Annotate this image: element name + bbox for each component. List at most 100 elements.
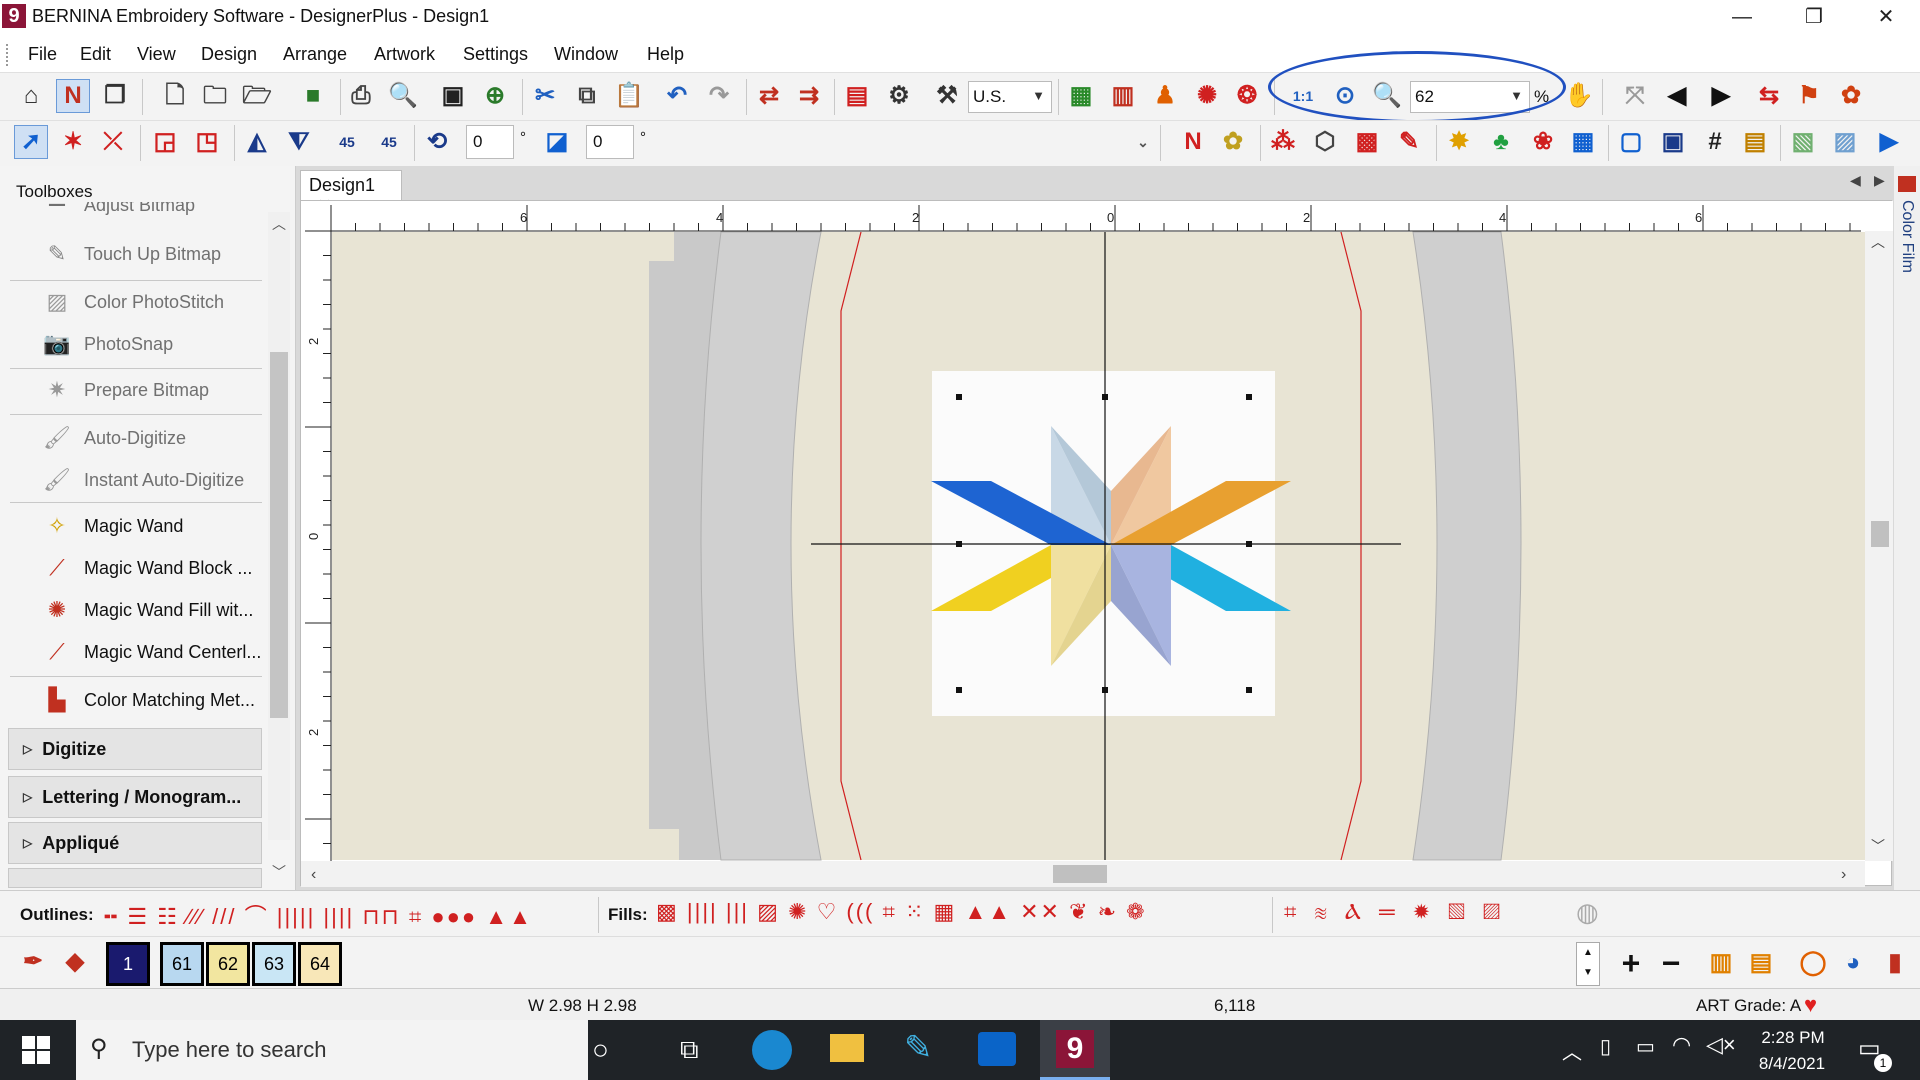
color-wheel-icon[interactable]: ◕ (1836, 946, 1870, 980)
multi-view-icon[interactable]: ❐ (98, 79, 132, 113)
task-view-icon[interactable]: ⧉ (680, 1034, 699, 1066)
show-objects-icon[interactable]: ❂ (1230, 79, 1264, 113)
polygon-select-icon[interactable]: ✶ (56, 125, 90, 159)
mirror-vertical-icon[interactable]: ⧨ (282, 125, 316, 159)
slant-icon[interactable]: ◪ (540, 125, 574, 159)
paste-icon[interactable]: 📋 (612, 79, 646, 113)
tool-prepare-bitmap[interactable]: ✷ Prepare Bitmap (8, 370, 264, 410)
flower-icon[interactable]: ❀ (1526, 125, 1560, 159)
outline-styles[interactable]: ╍ ☰ ☷ ∕∕∕ /// ⌒ ||||| |||| ⊓⊓ ⌗ ●●● ▲▲ (104, 899, 594, 931)
grid-icon[interactable]: # (1698, 125, 1732, 159)
menu-arrange[interactable]: Arrange (283, 44, 347, 65)
ruler-grid-icon[interactable]: ▤ (1738, 125, 1772, 159)
scroll-down-icon[interactable]: ﹀ (272, 862, 286, 882)
starburst-icon[interactable]: ✸ (1442, 125, 1476, 159)
taskbar-search-box[interactable]: ⚲ Type here to search (76, 1020, 588, 1080)
clock-time[interactable]: 2:28 PM (1756, 1028, 1830, 1048)
color-change-icon[interactable]: ⇆ (1752, 79, 1786, 113)
tool-instant-auto-digitize[interactable]: 🖌 Instant Auto-Digitize (8, 460, 264, 500)
globe-icon[interactable]: ◍ (1576, 897, 1599, 928)
menu-window[interactable]: Window (554, 44, 618, 65)
menu-artwork[interactable]: Artwork (374, 44, 435, 65)
outlook-icon[interactable] (978, 1032, 1016, 1066)
bernina-taskbar-button[interactable]: 9 (1040, 1020, 1110, 1080)
menu-settings[interactable]: Settings (463, 44, 528, 65)
print-preview-icon[interactable]: 🔍 (386, 79, 420, 113)
color-chip[interactable]: 62 (206, 942, 250, 986)
export-machine-icon[interactable]: ▣ (436, 79, 470, 113)
texture-icon[interactable]: ▧ (1786, 125, 1820, 159)
design-grid-icon[interactable]: ▣ (1656, 125, 1690, 159)
cut-icon[interactable]: ✂ (528, 79, 562, 113)
rotate-icon[interactable]: ⟲ (420, 125, 454, 159)
colorwheel-icon[interactable]: ✿ (1834, 79, 1868, 113)
paint-bucket-icon[interactable]: ◆ (58, 945, 92, 979)
pattern-icon[interactable]: ▨ (1828, 125, 1862, 159)
toolbox-scroll-thumb[interactable] (270, 352, 288, 718)
tools-icon[interactable]: ⚒ (930, 79, 964, 113)
tab-design1[interactable]: Design1 ✕ (300, 170, 402, 216)
close-button[interactable]: ✕ (1856, 0, 1916, 34)
section-partial[interactable] (8, 868, 262, 888)
embroidery-canvas-icon[interactable]: N (56, 79, 90, 113)
rotate-left-45-icon[interactable]: 45 (330, 125, 364, 159)
section-applique[interactable]: ▷ Appliqué (8, 822, 262, 864)
rotate-angle-input[interactable]: 0 (466, 125, 514, 159)
select-arrow-icon[interactable]: ➚ (14, 125, 48, 159)
spool-icon[interactable]: ▮ (1878, 946, 1912, 980)
file-explorer-icon[interactable] (830, 1034, 864, 1062)
scatter-icon[interactable]: ⁂ (1266, 125, 1300, 159)
tool-photosnap[interactable]: 📷 PhotoSnap (8, 324, 264, 364)
color-chip[interactable]: 61 (160, 942, 204, 986)
rotate-right-45-icon[interactable]: 45 (372, 125, 406, 159)
menu-file[interactable]: File (28, 44, 57, 65)
scale-icon[interactable]: ◳ (190, 125, 224, 159)
color-chip[interactable]: 1 (106, 942, 150, 986)
color-chip[interactable]: 63 (252, 942, 296, 986)
color-film-panel[interactable] (1894, 166, 1920, 890)
volume-icon[interactable]: ◁× (1706, 1032, 1736, 1058)
thread-chart-icon[interactable]: ▥ (1704, 946, 1738, 980)
edge-icon[interactable] (752, 1030, 792, 1070)
open-folder-icon[interactable]: 🗀 (198, 79, 232, 113)
section-digitize[interactable]: ▷ Digitize (8, 728, 262, 770)
menu-edit[interactable]: Edit (80, 44, 111, 65)
write-device-icon[interactable]: ⊕ (478, 79, 512, 113)
battery-icon[interactable]: ▭ (1636, 1034, 1655, 1059)
units-dropdown[interactable]: U.S. ▼ (968, 81, 1052, 113)
menu-help[interactable]: Help (647, 44, 684, 65)
tab-scroll-right-icon[interactable]: ▶ (1874, 172, 1885, 189)
previous-icon[interactable]: ◀ (1660, 79, 1694, 113)
shape-icon[interactable]: ⬡ (1308, 125, 1342, 159)
paint-app-icon[interactable]: ✎ (904, 1028, 933, 1068)
tool-magic-wand-block[interactable]: ⟋ Magic Wand Block ... (8, 548, 264, 588)
menu-view[interactable]: View (137, 44, 176, 65)
home-icon[interactable]: ⌂ (14, 79, 48, 113)
copy-icon[interactable]: ⧉ (570, 79, 604, 113)
stitch-player-icon[interactable]: ⇄ (752, 79, 786, 113)
clock-date[interactable]: 8/4/2021 (1750, 1054, 1834, 1074)
redo-icon[interactable]: ↷ (702, 79, 736, 113)
tool-touch-up-bitmap[interactable]: ✎ Touch Up Bitmap (8, 234, 264, 274)
tool-magic-wand[interactable]: ✧ Magic Wand (8, 506, 264, 546)
tool-color-photostitch[interactable]: ▨ Color PhotoStitch (8, 282, 264, 322)
show-hoop-icon[interactable]: ▥ (1106, 79, 1140, 113)
fill-styles[interactable]: ▩ |||| ||| ▨ ✺ ♡ ((( ⌗ ⁙ ▦ ▲▲ ✕✕ ❦ ❧ ❁ (656, 899, 1266, 925)
tool-magic-wand-centerline[interactable]: ⟋ Magic Wand Centerl... (8, 632, 264, 672)
tool-adjust-bitmap[interactable]: ⚌Adjust Bitmap (8, 202, 264, 216)
palette-icon[interactable]: ▤ (1744, 946, 1778, 980)
toolbar-overflow-icon[interactable]: ⌄ (1132, 125, 1154, 159)
tool-auto-digitize[interactable]: 🖌 Auto-Digitize (8, 418, 264, 458)
new-file-icon[interactable]: 🗋 (158, 79, 192, 113)
save-icon[interactable]: ■ (296, 79, 330, 113)
minimize-button[interactable]: — (1712, 0, 1772, 34)
grid-fill-icon[interactable]: ▦ (1566, 125, 1600, 159)
device-icon[interactable]: ▯ (1600, 1034, 1611, 1059)
fill-pattern-icon[interactable]: ▩ (1350, 125, 1384, 159)
settings-gear-icon[interactable]: ⚙ (882, 79, 916, 113)
paint-icon[interactable]: ✎ (1392, 125, 1426, 159)
tab-scroll-left-icon[interactable]: ◀ (1850, 172, 1861, 189)
remove-color-icon[interactable]: − (1654, 946, 1688, 980)
next-icon[interactable]: ▶ (1704, 79, 1738, 113)
scroll-up-icon[interactable]: ︿ (272, 214, 286, 234)
